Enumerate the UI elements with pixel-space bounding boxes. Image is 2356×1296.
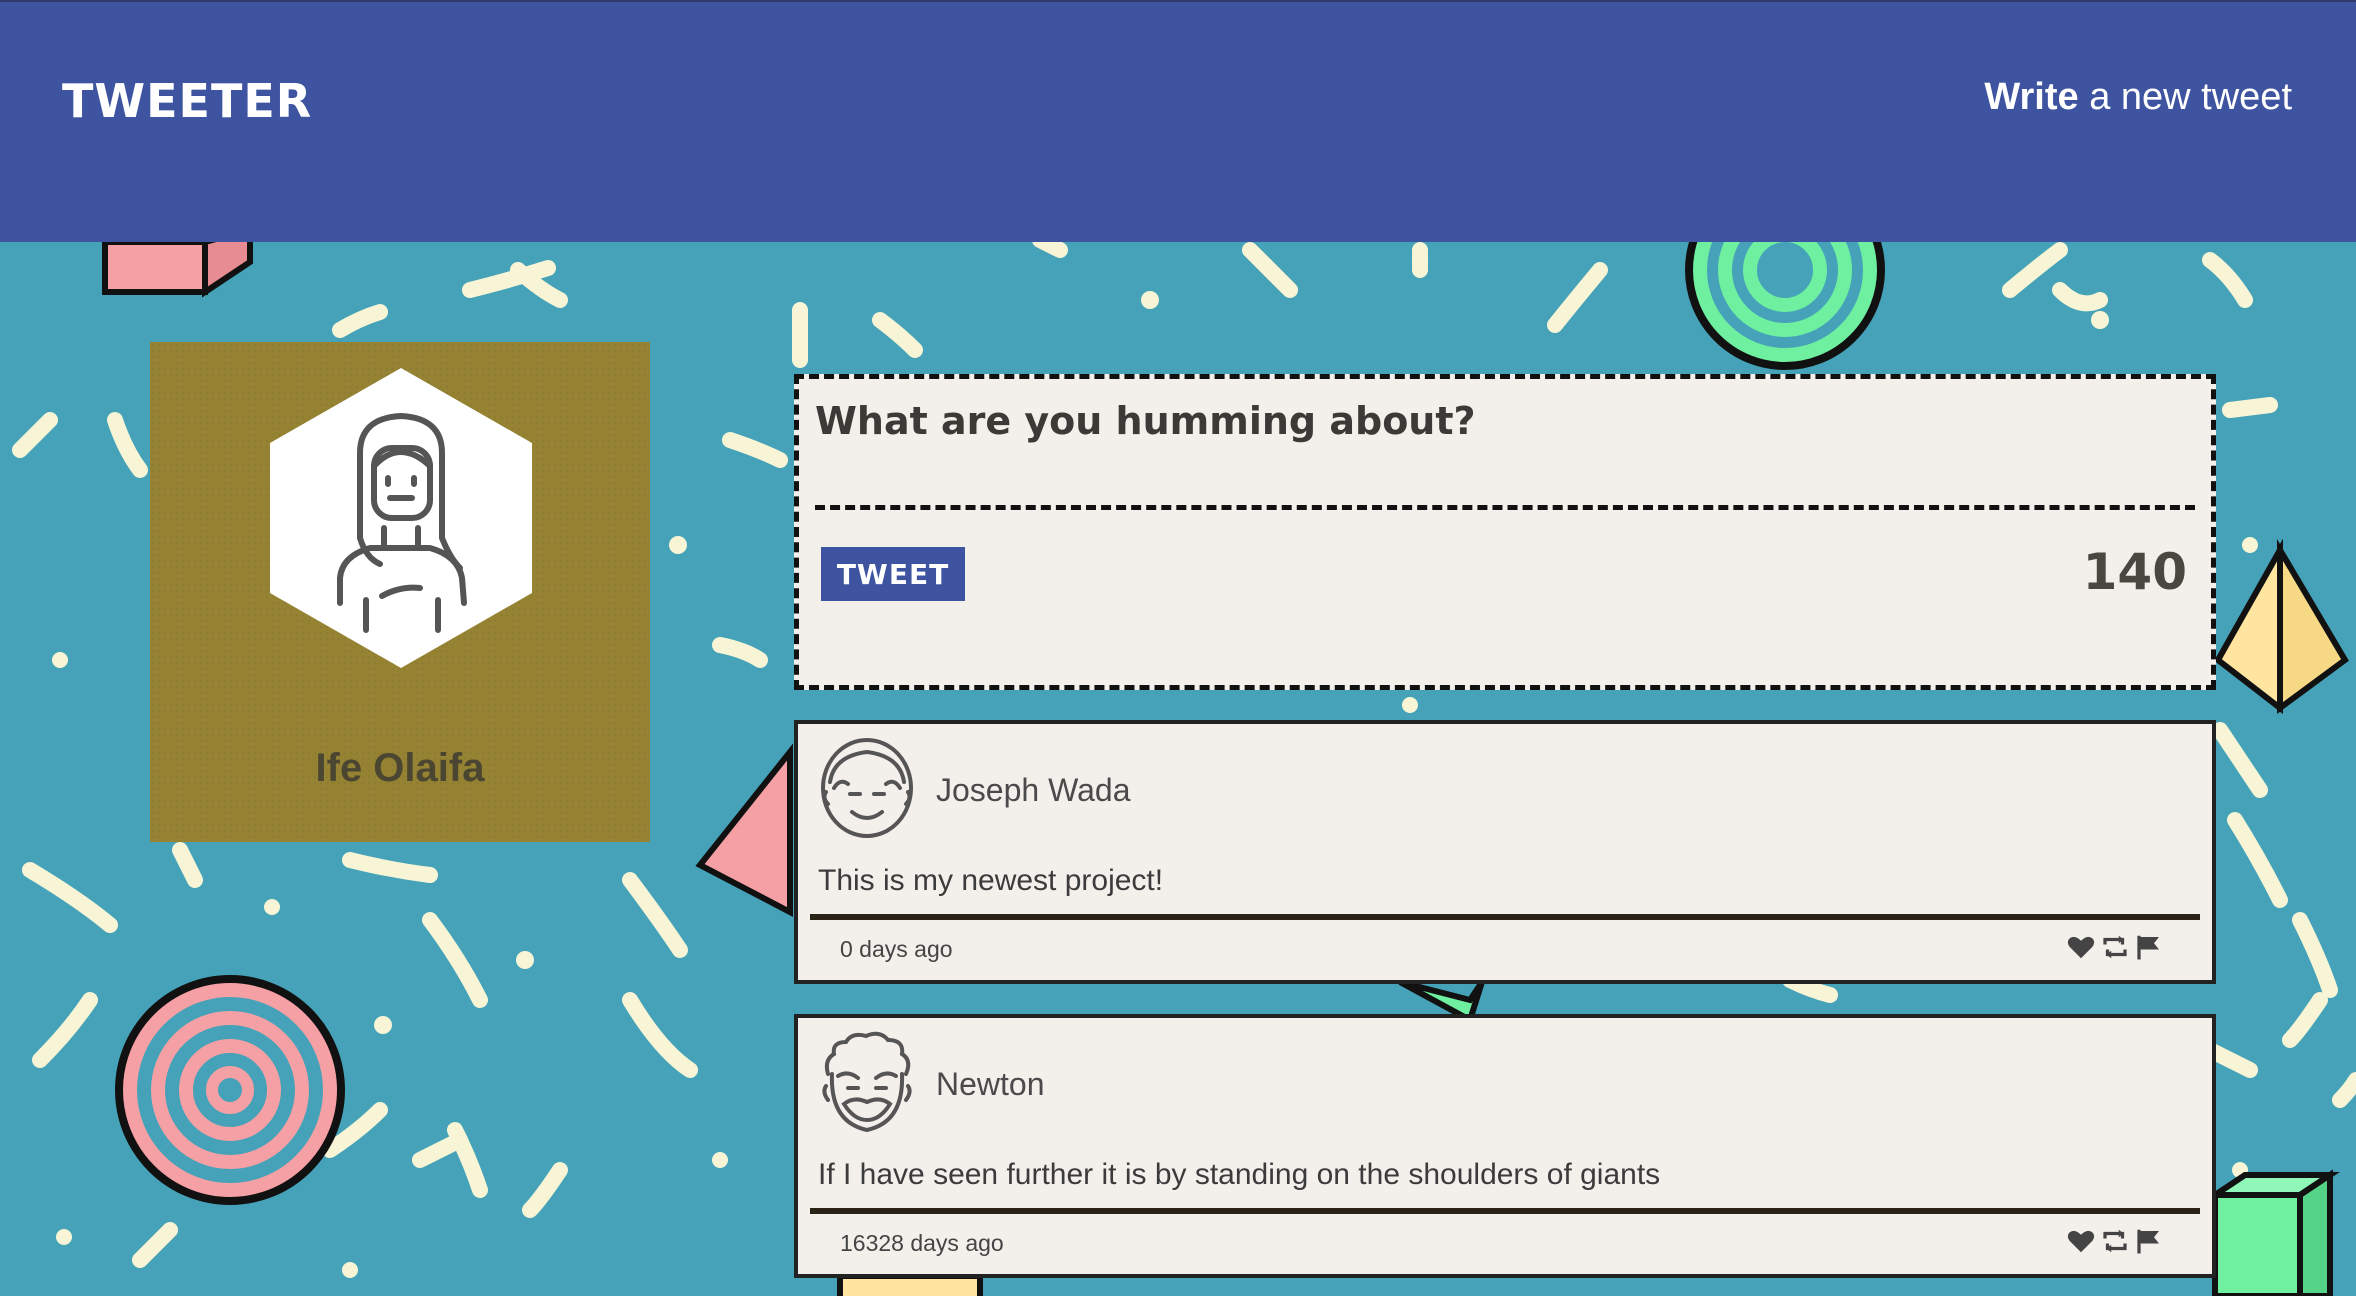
profile-name: Ife Olaifa [315,746,485,790]
retweet-icon[interactable] [2100,1226,2130,1256]
profile-card: Ife Olaifa [150,342,650,842]
tweet-actions [2066,932,2164,962]
compose-link-bold: Write [1984,76,2079,118]
navbar: TWEETER Write a new tweet [0,0,2356,242]
tweet-text-input[interactable]: What are you humming about? [815,399,1476,443]
write-new-tweet-link[interactable]: Write a new tweet [1984,76,2292,119]
composer-divider [815,505,2195,510]
brand-logo[interactable]: TWEETER [62,74,312,128]
flag-icon[interactable] [2134,1226,2164,1256]
tweet-button[interactable]: TWEET [821,547,965,601]
tweet-timestamp: 0 days ago [840,936,953,962]
tweet-timestamp: 16328 days ago [840,1230,1004,1256]
character-counter: 140 [2082,543,2187,601]
heart-icon[interactable] [2066,1226,2096,1256]
tweet-content: This is my newest project! [818,864,1164,897]
tweet-author: Newton [936,1066,1045,1102]
tweet-author: Joseph Wada [936,772,1131,808]
compose-link-text: a new tweet [2078,76,2292,118]
man-avatar-icon [821,738,913,838]
woman-avatar-icon [270,368,532,668]
tweet-composer: What are you humming about? TWEET 140 [794,374,2216,690]
curly-hair-man-avatar-icon [822,1031,912,1133]
heart-icon[interactable] [2066,932,2096,962]
retweet-icon[interactable] [2100,932,2130,962]
tweet-card: Joseph Wada This is my newest project! 0… [794,720,2216,984]
tweet-separator [810,914,2200,920]
tweet-actions [2066,1226,2164,1256]
tweet-card: Newton If I have seen further it is by s… [794,1014,2216,1278]
tweet-separator [810,1208,2200,1214]
flag-icon[interactable] [2134,932,2164,962]
tweet-content: If I have seen further it is by standing… [818,1158,1661,1191]
